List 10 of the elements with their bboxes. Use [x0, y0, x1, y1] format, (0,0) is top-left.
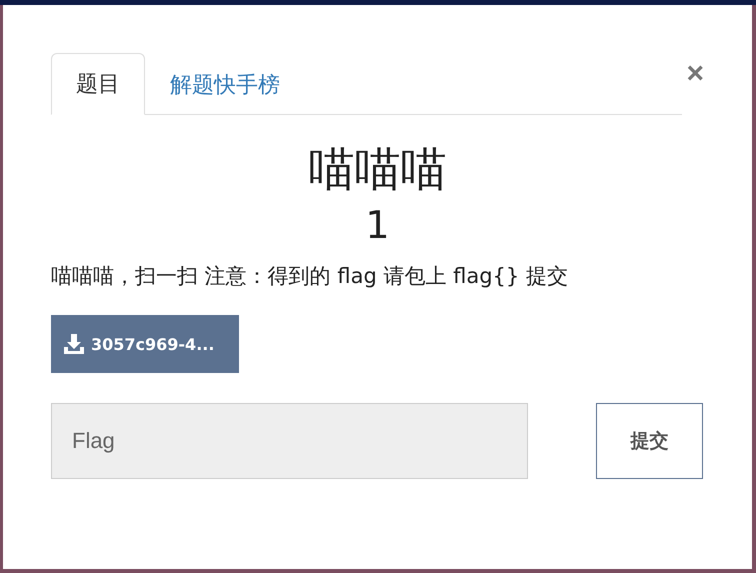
challenge-title: 喵喵喵: [308, 141, 448, 198]
close-button[interactable]: ×: [686, 59, 704, 89]
challenge-description: 喵喵喵，扫一扫 注意：得到的 flag 请包上 flag{} 提交: [51, 263, 569, 290]
challenge-score: 1: [364, 202, 391, 249]
download-button[interactable]: 3057c969-4...: [51, 315, 239, 373]
download-icon: [63, 333, 85, 355]
tab[interactable]: 题目: [51, 53, 145, 115]
tab[interactable]: 解题快手榜: [145, 53, 305, 115]
submit-button[interactable]: 提交: [596, 403, 703, 479]
flag-input[interactable]: Flag: [51, 403, 528, 479]
